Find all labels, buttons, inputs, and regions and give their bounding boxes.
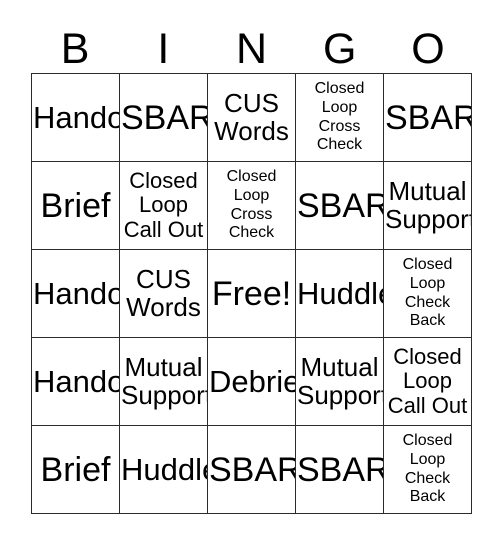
bingo-cell-label: Closed Loop Cross Check xyxy=(314,79,365,154)
bingo-cell-label: Brief xyxy=(40,450,111,489)
header-letter-n: N xyxy=(235,25,268,73)
bingo-cell-label: SBAR xyxy=(297,450,384,489)
bingo-cell[interactable]: Mutual Support xyxy=(296,338,384,426)
bingo-cell[interactable]: Mutual Support xyxy=(120,338,208,426)
bingo-cell-label: CUS Words xyxy=(126,263,201,322)
bingo-cell[interactable]: Huddle xyxy=(120,426,208,514)
bingo-cell-free[interactable]: Free! xyxy=(208,250,296,338)
bingo-cell[interactable]: Huddle xyxy=(296,250,384,338)
bingo-cell-label: Debrief xyxy=(209,364,295,399)
bingo-cell[interactable]: SBAR xyxy=(384,74,472,162)
bingo-cell[interactable]: SBAR xyxy=(208,426,296,514)
bingo-cell[interactable]: Closed Loop Call Out xyxy=(120,162,208,250)
bingo-cell-label: Closed Loop Check Back xyxy=(402,431,453,506)
bingo-cell-label: CUS Words xyxy=(214,87,289,146)
bingo-cell[interactable]: Brief xyxy=(32,426,120,514)
bingo-cell-label: Brief xyxy=(40,186,111,225)
bingo-cell[interactable]: Handoff xyxy=(32,338,120,426)
header-letter-b: B xyxy=(60,25,90,73)
bingo-cell[interactable]: Handoff xyxy=(32,250,120,338)
bingo-cell[interactable]: Mutual Support xyxy=(384,162,472,250)
bingo-cell-label: SBAR xyxy=(121,98,208,137)
bingo-cell-label: Mutual Support xyxy=(297,351,384,410)
bingo-cell-label: Handoff xyxy=(33,100,119,135)
header-letter-o: O xyxy=(411,25,445,73)
bingo-cell[interactable]: Closed Loop Check Back xyxy=(384,426,472,514)
bingo-cell-label: Closed Loop Cross Check xyxy=(226,167,277,242)
header-letter-i: I xyxy=(157,25,170,73)
bingo-cell-label: Huddle xyxy=(121,452,207,487)
bingo-cell-label: Mutual Support xyxy=(385,175,472,234)
bingo-card: B I N G O Handoff SBAR CUS Words Closed … xyxy=(0,0,500,544)
bingo-cell-label: Huddle xyxy=(297,276,383,311)
bingo-cell[interactable]: CUS Words xyxy=(208,74,296,162)
bingo-cell-label: Free! xyxy=(211,274,292,313)
bingo-cell[interactable]: Closed Loop Check Back xyxy=(384,250,472,338)
bingo-cell[interactable]: SBAR xyxy=(120,74,208,162)
bingo-cell-label: Closed Loop Check Back xyxy=(402,255,453,330)
bingo-cell[interactable]: Brief xyxy=(32,162,120,250)
bingo-grid: Handoff SBAR CUS Words Closed Loop Cross… xyxy=(31,73,472,514)
bingo-cell-label: SBAR xyxy=(297,186,384,225)
bingo-cell[interactable]: Closed Loop Cross Check xyxy=(296,74,384,162)
bingo-cell[interactable]: Closed Loop Call Out xyxy=(384,338,472,426)
header-letter-g: G xyxy=(322,25,357,73)
bingo-header: B I N G O xyxy=(31,12,472,73)
bingo-cell-label: SBAR xyxy=(209,450,296,489)
bingo-cell-label: Handoff xyxy=(33,276,119,311)
bingo-cell[interactable]: Handoff xyxy=(32,74,120,162)
bingo-cell[interactable]: Closed Loop Cross Check xyxy=(208,162,296,250)
bingo-cell[interactable]: Debrief xyxy=(208,338,296,426)
bingo-cell[interactable]: SBAR xyxy=(296,426,384,514)
bingo-cell-label: Mutual Support xyxy=(121,351,208,410)
bingo-cell-label: Handoff xyxy=(33,364,119,399)
bingo-cell-label: SBAR xyxy=(385,98,472,137)
bingo-cell-label: Closed Loop Call Out xyxy=(387,344,468,418)
bingo-cell[interactable]: SBAR xyxy=(296,162,384,250)
bingo-cell-label: Closed Loop Call Out xyxy=(123,168,204,242)
bingo-cell[interactable]: CUS Words xyxy=(120,250,208,338)
